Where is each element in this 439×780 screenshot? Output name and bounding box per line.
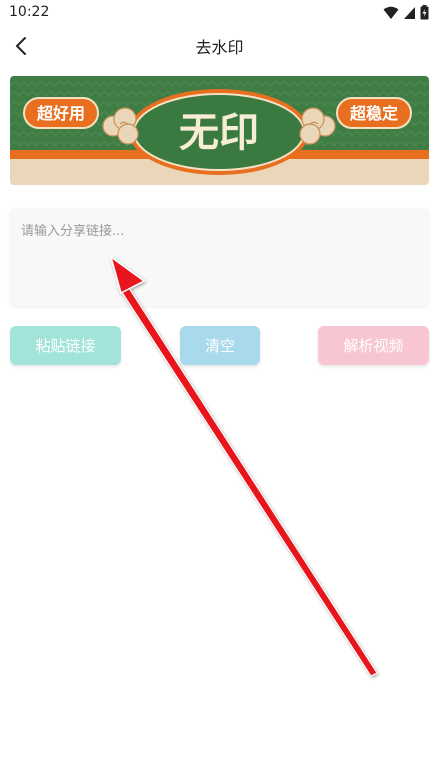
link-input-card — [10, 208, 429, 306]
wifi-icon — [383, 6, 399, 20]
battery-icon — [420, 5, 429, 20]
status-icons — [383, 5, 429, 20]
right-badge-text: 超稳定 — [349, 104, 398, 123]
page-title: 去水印 — [195, 38, 244, 57]
parse-video-button[interactable]: 解析视频 — [318, 326, 429, 365]
status-time: 10:22 — [9, 4, 50, 20]
share-link-input[interactable] — [10, 208, 429, 306]
clear-button[interactable]: 清空 — [180, 326, 260, 365]
paste-link-button[interactable]: 粘贴链接 — [10, 326, 121, 365]
cell-signal-icon — [403, 6, 416, 20]
banner-center-text: 无印 — [179, 109, 259, 156]
left-badge: 超好用 — [23, 97, 99, 129]
left-badge-text: 超好用 — [36, 104, 85, 123]
promo-banner: 超好用 超稳定 无印 — [10, 76, 429, 185]
right-badge: 超稳定 — [336, 97, 412, 129]
status-bar: 10:22 — [0, 0, 439, 26]
app-bar: 去水印 — [0, 26, 439, 66]
